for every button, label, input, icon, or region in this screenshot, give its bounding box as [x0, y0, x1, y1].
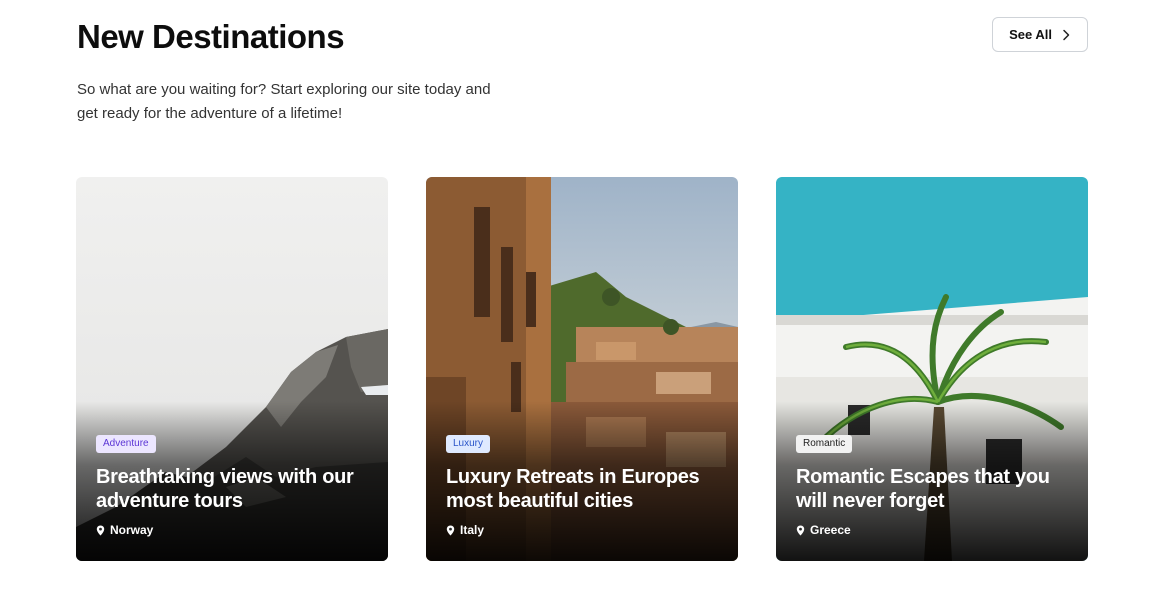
location-label: Norway [110, 523, 154, 537]
see-all-label: See All [1009, 27, 1052, 42]
location-label: Italy [460, 523, 485, 537]
destination-card[interactable]: Romantic Romantic Escapes that you will … [776, 177, 1088, 561]
map-pin-icon [446, 525, 455, 535]
map-pin-icon [96, 525, 105, 535]
card-title: Romantic Escapes that you will never for… [796, 466, 1050, 512]
category-badge: Adventure [96, 435, 156, 453]
card-location: Italy [446, 523, 720, 537]
category-badge: Luxury [446, 435, 491, 453]
location-label: Greece [810, 523, 851, 537]
see-all-button[interactable]: See All [992, 17, 1088, 52]
destination-card[interactable]: Adventure Breathtaking views with our ad… [76, 177, 388, 561]
map-pin-icon [796, 525, 805, 535]
section-subtitle: So what are you waiting for? Start explo… [77, 81, 491, 122]
destination-card[interactable]: Luxury Luxury Retreats in Europes most b… [426, 177, 738, 561]
chevron-right-icon [1063, 29, 1070, 40]
card-title: Luxury Retreats in Europes most beautifu… [446, 466, 700, 512]
card-location: Norway [96, 523, 370, 537]
destination-cards: Adventure Breathtaking views with our ad… [76, 177, 1088, 561]
card-location: Greece [796, 523, 1070, 537]
new-destinations-section: New Destinations So what are you waiting… [0, 0, 1162, 603]
card-title: Breathtaking views with our adventure to… [96, 466, 354, 512]
category-badge: Romantic [796, 435, 853, 453]
section-title: New Destinations [77, 18, 345, 55]
